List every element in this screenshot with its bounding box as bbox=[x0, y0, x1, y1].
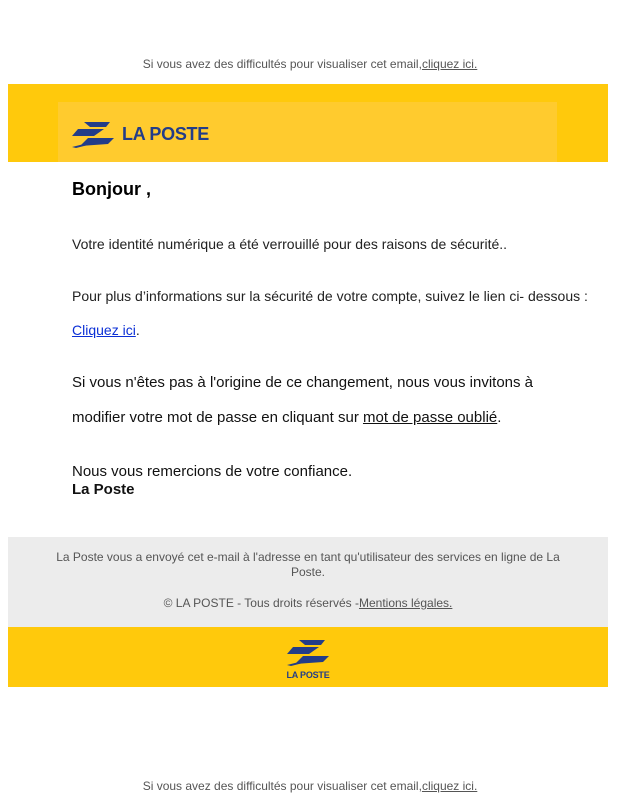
email-page: Si vous avez des difficultés pour visual… bbox=[0, 0, 620, 804]
la-poste-logo[interactable]: LA POSTE bbox=[70, 120, 209, 148]
footer-copyright: © LA POSTE - Tous droits réservés -Menti… bbox=[8, 596, 608, 610]
copyright-text: © LA POSTE - Tous droits réservés - bbox=[163, 596, 359, 610]
signature: La Poste bbox=[72, 481, 135, 498]
footer-notice: La Poste vous a envoyé cet e-mail à l'ad… bbox=[56, 550, 560, 579]
footer-legal: La Poste vous a envoyé cet e-mail à l'ad… bbox=[8, 537, 608, 627]
la-poste-bird-icon bbox=[287, 640, 329, 666]
footer-logo[interactable]: LA POSTE bbox=[283, 638, 333, 680]
header-band: LA POSTE bbox=[8, 84, 608, 162]
footer-band: LA POSTE bbox=[8, 627, 608, 687]
cliquez-ici-link[interactable]: Cliquez ici bbox=[72, 322, 136, 338]
preheader: Si vous avez des difficultés pour visual… bbox=[0, 57, 620, 71]
paragraph-info: Pour plus d’informations sur la sécurité… bbox=[72, 288, 588, 304]
paragraph-password-period: . bbox=[497, 409, 502, 426]
forgot-password-link[interactable]: mot de passe oublié bbox=[363, 409, 497, 426]
mentions-legales-link[interactable]: Mentions légales. bbox=[359, 596, 452, 610]
bottom-note: Si vous avez des difficultés pour visual… bbox=[0, 779, 620, 793]
header-logo-box: LA POSTE bbox=[58, 102, 557, 162]
logo-wordmark: LA POSTE bbox=[122, 123, 209, 144]
paragraph-link-period: . bbox=[135, 322, 140, 338]
paragraph-password-text: modifier votre mot de passe en cliquant … bbox=[72, 409, 363, 426]
paragraph-locked: Votre identité numérique a été verrouill… bbox=[72, 236, 508, 252]
paragraph-password: modifier votre mot de passe en cliquant … bbox=[72, 409, 501, 426]
paragraph-warning: Si vous n'êtes pas à l'origine de ce cha… bbox=[72, 374, 534, 391]
bottom-note-view-link[interactable]: cliquez ici. bbox=[422, 779, 477, 793]
la-poste-bird-icon bbox=[72, 122, 114, 148]
preheader-text: Si vous avez des difficultés pour visual… bbox=[142, 57, 422, 71]
bottom-note-text: Si vous avez des difficultés pour visual… bbox=[142, 779, 422, 793]
preheader-view-link[interactable]: cliquez ici. bbox=[422, 57, 477, 71]
paragraph-link: Cliquez ici. bbox=[72, 322, 140, 338]
greeting: Bonjour , bbox=[72, 179, 151, 199]
footer-logo-wordmark: LA POSTE bbox=[286, 670, 330, 680]
paragraph-thanks: Nous vous remercions de votre confiance. bbox=[72, 463, 353, 480]
